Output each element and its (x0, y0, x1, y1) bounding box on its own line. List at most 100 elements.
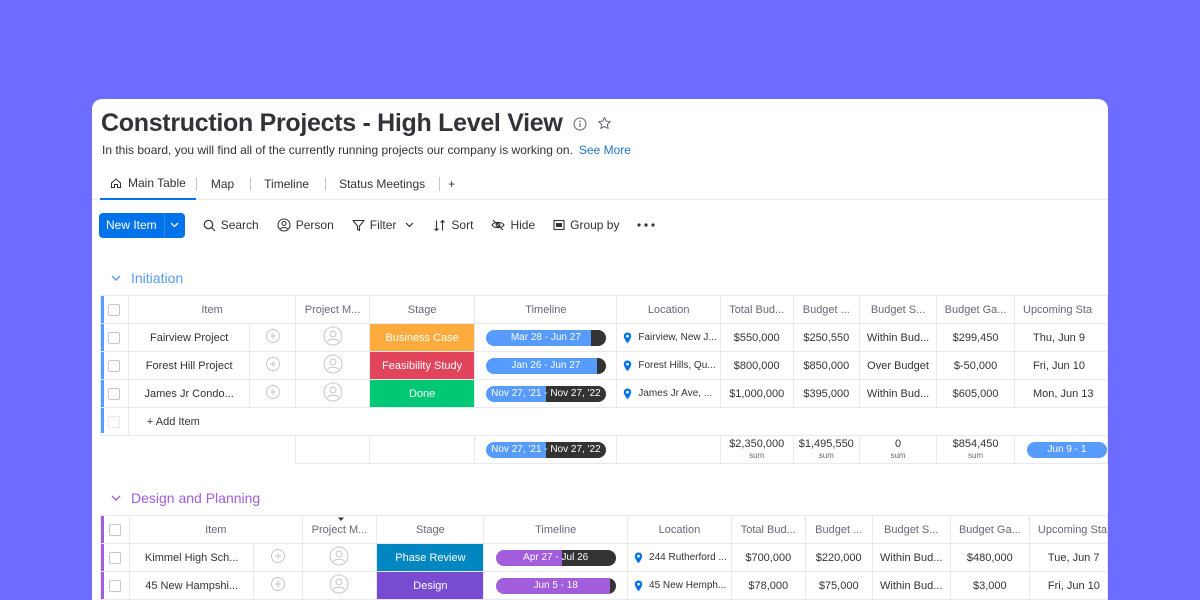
person-filter-button[interactable]: Person (277, 218, 334, 232)
tab-map[interactable]: Map (197, 169, 250, 200)
updates-cell[interactable] (249, 379, 297, 408)
budget-status-cell[interactable]: Within Bud... (871, 543, 951, 572)
tab-status-meetings[interactable]: Status Meetings (326, 169, 439, 200)
checkbox-cell[interactable] (99, 571, 131, 600)
checkbox-cell[interactable] (100, 379, 129, 408)
info-icon[interactable] (572, 116, 587, 131)
checkbox-cell[interactable] (99, 543, 131, 572)
column-header[interactable]: Location (616, 295, 721, 324)
column-header[interactable]: Project M... (301, 515, 378, 544)
timeline-bar[interactable]: Nov 27, '21 - Nov 27, '22 (485, 385, 606, 402)
item-name-cell[interactable]: Forest Hill Project (127, 351, 251, 380)
checkbox[interactable] (109, 579, 122, 592)
avatar[interactable] (323, 382, 343, 402)
table-row[interactable]: Kimmel High Sch... Phase Review Apr 27 - J… (99, 543, 1108, 572)
total-budget-cell[interactable]: $1,000,000 (719, 379, 794, 408)
updates-cell[interactable] (253, 571, 303, 600)
column-header[interactable]: Total Bud... (719, 295, 794, 324)
search-button[interactable]: Search (203, 218, 259, 232)
location-cell[interactable]: James Jr Ave, ... (616, 379, 721, 408)
updates-cell[interactable] (253, 543, 303, 572)
more-options-button[interactable] (637, 223, 660, 227)
avatar[interactable] (329, 546, 349, 566)
updates-cell[interactable] (249, 351, 297, 380)
upcoming-status-cell[interactable]: Tue, Jun 7 (1028, 543, 1108, 572)
column-header[interactable]: Budget S... (871, 515, 951, 544)
column-header[interactable]: Upcoming Sta (1028, 515, 1108, 544)
group-header-design-and-planning[interactable]: Design and Planning (111, 490, 260, 506)
location-cell[interactable]: Forest Hills, Qu... (616, 351, 721, 380)
table-row[interactable]: 45 New Hampshi... Design Jun 5 - 18 45 New … (99, 571, 1108, 600)
chevron-down-icon[interactable] (163, 212, 185, 238)
checkbox[interactable] (108, 331, 121, 344)
budget-gap-cell[interactable]: $299,450 (936, 323, 1015, 352)
column-header[interactable]: Project M... (295, 295, 370, 324)
budget-cell[interactable]: $395,000 (792, 379, 861, 408)
filter-button[interactable]: Filter (352, 218, 420, 232)
budget-gap-cell[interactable]: $605,000 (936, 379, 1015, 408)
project-manager-cell[interactable] (295, 351, 370, 380)
upcoming-status-cell[interactable]: Fri, Jun 10 (1014, 351, 1108, 380)
avatar[interactable] (323, 326, 343, 346)
timeline-bar[interactable]: Mar 28 - Jun 27 (485, 329, 606, 346)
add-update-icon[interactable] (270, 577, 286, 595)
see-more-link[interactable]: See More (579, 143, 631, 157)
item-name-cell[interactable]: Fairview Project (127, 323, 251, 352)
project-manager-cell[interactable] (295, 323, 370, 352)
chevron-down-icon[interactable] (111, 275, 121, 282)
chevron-down-icon[interactable] (405, 222, 414, 228)
new-item-button[interactable]: New Item (99, 212, 185, 238)
budget-status-cell[interactable]: Over Budget (859, 351, 938, 380)
hide-button[interactable]: Hide (491, 218, 535, 232)
chevron-down-icon[interactable] (111, 495, 121, 502)
checkbox[interactable] (109, 523, 122, 536)
column-header[interactable]: Budget ... (792, 295, 861, 324)
avatar[interactable] (329, 574, 349, 594)
stage-status-cell[interactable]: Feasibility Study (368, 351, 476, 380)
add-update-icon[interactable] (265, 329, 281, 347)
column-header[interactable]: Budget Ga... (936, 295, 1015, 324)
timeline-cell[interactable]: Jun 5 - 18 (483, 571, 629, 600)
timeline-bar[interactable]: Jun 5 - 18 (495, 577, 616, 594)
stage-status-cell[interactable]: Phase Review (376, 543, 485, 572)
project-manager-cell[interactable] (295, 379, 370, 408)
checkbox[interactable] (108, 303, 121, 316)
column-header[interactable]: Budget S... (859, 295, 938, 324)
checkbox-cell[interactable] (100, 351, 129, 380)
column-header[interactable]: Item (127, 295, 297, 324)
column-header[interactable]: Stage (368, 295, 476, 324)
select-all-cell[interactable] (100, 295, 129, 324)
column-header[interactable]: Total Bud... (730, 515, 806, 544)
table-row[interactable]: Fairview Project Business Case Mar 28 - Ju… (100, 323, 1108, 352)
total-budget-cell[interactable]: $550,000 (719, 323, 794, 352)
group-header-initiation[interactable]: Initiation (111, 270, 183, 286)
budget-status-cell[interactable]: Within Bud... (859, 323, 938, 352)
budget-gap-cell[interactable]: $-50,000 (936, 351, 1015, 380)
column-header[interactable]: Location (627, 515, 732, 544)
timeline-cell[interactable]: Nov 27, '21 - Nov 27, '22 (474, 379, 618, 408)
location-cell[interactable]: 244 Rutherford ... (627, 543, 732, 572)
tab-timeline[interactable]: Timeline (251, 169, 325, 200)
column-header[interactable]: Timeline (483, 515, 629, 544)
avatar[interactable] (323, 354, 343, 374)
upcoming-status-cell[interactable]: Fri, Jun 10 (1028, 571, 1108, 600)
add-item-button[interactable]: + Add Item (127, 407, 1108, 436)
item-name-cell[interactable]: 45 New Hampshi... (129, 571, 255, 600)
add-update-icon[interactable] (265, 385, 281, 403)
upcoming-status-cell[interactable]: Mon, Jun 13 (1014, 379, 1108, 408)
budget-cell[interactable]: $250,550 (792, 323, 861, 352)
column-header[interactable]: Upcoming Sta (1014, 295, 1108, 324)
total-budget-cell[interactable]: $700,000 (730, 543, 806, 572)
project-manager-cell[interactable] (301, 543, 378, 572)
project-manager-cell[interactable] (301, 571, 378, 600)
add-view-button[interactable]: + (440, 169, 463, 200)
budget-cell[interactable]: $220,000 (804, 543, 873, 572)
budget-gap-cell[interactable]: $480,000 (949, 543, 1030, 572)
select-all-cell[interactable] (99, 515, 131, 544)
item-name-cell[interactable]: Kimmel High Sch... (129, 543, 255, 572)
stage-status-cell[interactable]: Business Case (368, 323, 476, 352)
sort-button[interactable]: Sort (433, 218, 473, 232)
budget-status-cell[interactable]: Within Bud... (859, 379, 938, 408)
group-by-button[interactable]: Group by (553, 218, 619, 232)
location-cell[interactable]: 45 New Hemph... (627, 571, 732, 600)
